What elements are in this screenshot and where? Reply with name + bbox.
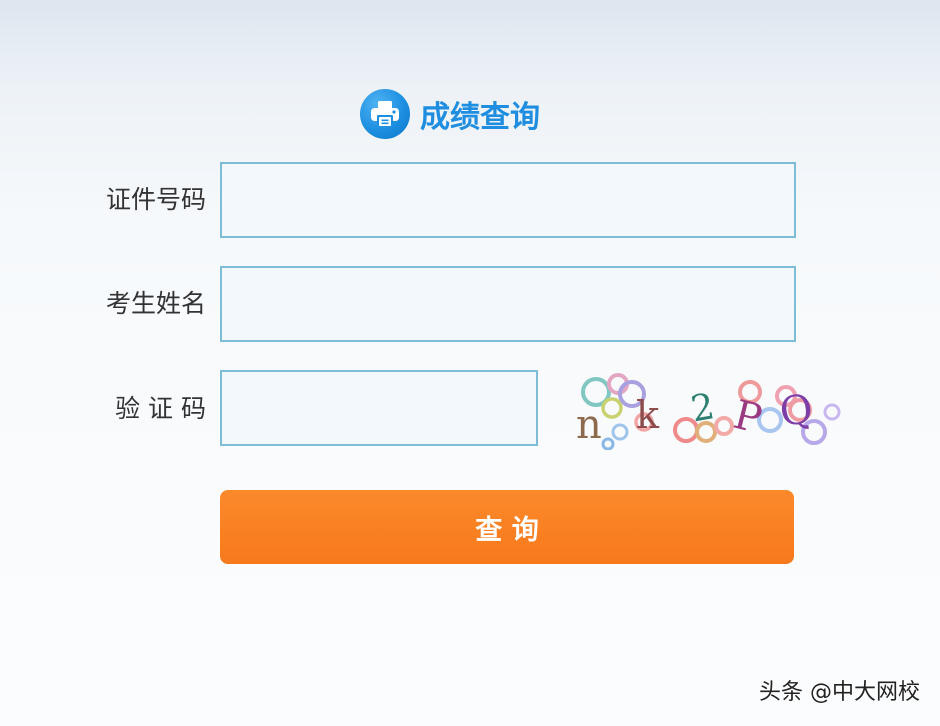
- page-title-text: 成绩查询: [420, 100, 540, 135]
- svg-text:Q: Q: [777, 386, 816, 436]
- printer-icon: [360, 89, 410, 139]
- captcha-input[interactable]: [220, 370, 538, 446]
- svg-text:n: n: [576, 402, 602, 448]
- page-title: 成绩查询: [360, 88, 540, 140]
- id-number-input[interactable]: [220, 162, 796, 238]
- watermark: 头条 @中大网校: [759, 680, 920, 705]
- query-button[interactable]: 查 询: [220, 490, 794, 564]
- candidate-name-input[interactable]: [220, 266, 796, 342]
- captcha-image[interactable]: n k 2 P Q: [574, 372, 842, 450]
- svg-text:2: 2: [688, 386, 718, 430]
- candidate-name-label: 考生姓名: [105, 289, 206, 318]
- svg-text:P: P: [729, 392, 766, 443]
- id-number-label: 证件号码: [105, 185, 206, 214]
- svg-text:k: k: [636, 393, 660, 437]
- captcha-label: 验 证 码: [115, 394, 206, 423]
